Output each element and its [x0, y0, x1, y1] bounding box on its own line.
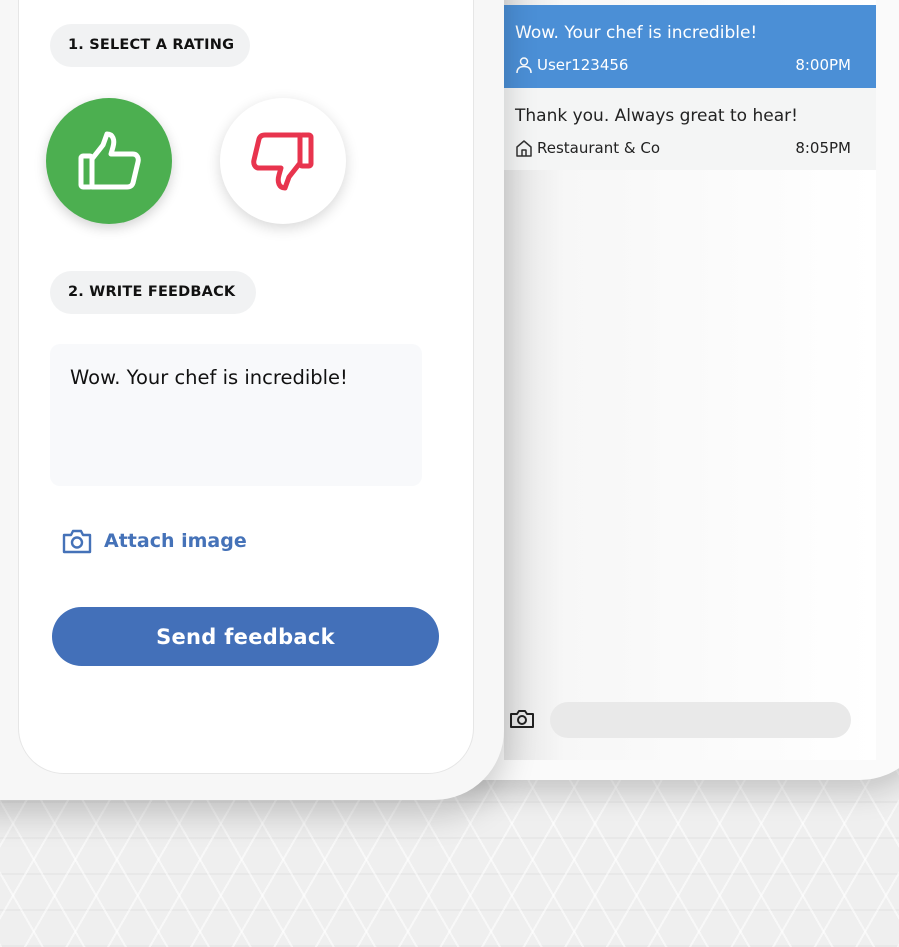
chat-message[interactable]: Thank you. Always great to hear! Restaur…	[504, 88, 876, 170]
attach-image-label: Attach image	[104, 530, 247, 552]
attach-image-button[interactable]: Attach image	[62, 525, 247, 557]
chat-message[interactable]: Wow. Your chef is incredible! User123456…	[504, 5, 876, 88]
home-icon	[516, 140, 532, 157]
thumbs-down-button[interactable]	[220, 98, 346, 224]
camera-icon	[62, 529, 92, 554]
chat-message-input[interactable]	[550, 702, 851, 738]
camera-icon[interactable]	[509, 707, 535, 731]
user-icon	[516, 57, 532, 74]
send-feedback-button[interactable]: Send feedback	[52, 607, 439, 666]
step-2-label: 2. WRITE FEEDBACK	[50, 271, 256, 314]
chat-message-author: Restaurant & Co	[537, 139, 661, 157]
chat-message-author: User123456	[537, 56, 629, 74]
chat-message-text: Thank you. Always great to hear!	[515, 106, 798, 126]
thumbs-down-icon	[251, 132, 314, 191]
chat-message-meta: Restaurant & Co 8:05PM	[515, 139, 851, 159]
thumbs-up-icon	[78, 131, 141, 190]
step-1-label: 1. SELECT A RATING	[50, 24, 250, 67]
feedback-textarea[interactable]: Wow. Your chef is incredible!	[50, 344, 422, 486]
chat-message-time: 8:00PM	[795, 56, 851, 74]
chat-message-text: Wow. Your chef is incredible!	[515, 23, 758, 43]
thumbs-up-button[interactable]	[46, 98, 172, 224]
chat-message-time: 8:05PM	[795, 139, 851, 157]
chat-message-meta: User123456 8:00PM	[515, 56, 851, 76]
